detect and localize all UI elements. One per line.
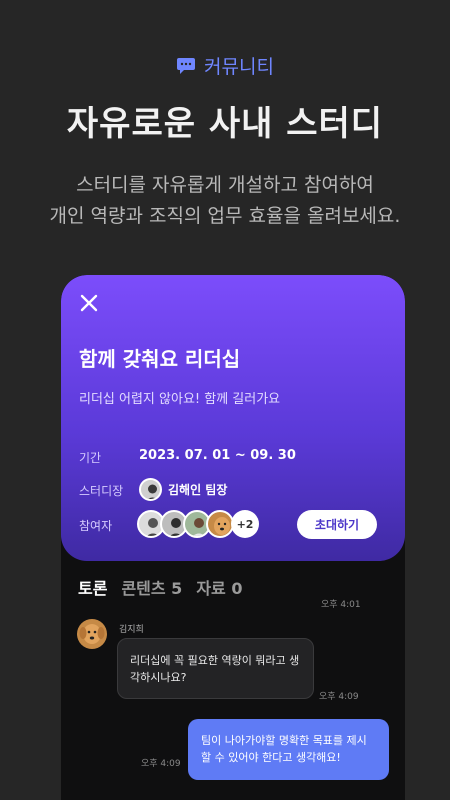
sender-avatar[interactable] — [77, 619, 107, 649]
incoming-message-line: 각하시나요? — [130, 671, 187, 684]
content-tabs: 토론 콘텐츠 5 자료 0 — [78, 575, 242, 599]
study-description: 리더십 어렵지 않아요! 함께 길러가요 — [79, 392, 281, 407]
study-card: 함께 갖춰요 리더십 리더십 어렵지 않아요! 함께 길러가요 기간 2023.… — [61, 275, 405, 561]
leader-name: 김해인 팀장 — [168, 483, 228, 497]
incoming-message-line: 리더십에 꼭 필요한 역량이 뭐라고 생 — [130, 654, 300, 667]
page-subline-2: 개인 역량과 조직의 업무 효율을 올려보세요. — [49, 205, 401, 227]
member-avatar — [206, 510, 234, 538]
member-avatars[interactable]: +2 — [137, 510, 259, 538]
sender-name: 김지희 — [119, 625, 144, 635]
tab-materials[interactable]: 자료 0 — [196, 575, 242, 599]
period-label: 기간 — [79, 451, 102, 465]
leader-label: 스터디장 — [79, 484, 124, 498]
page-subline-1: 스터디를 자유롭게 개설하고 참여하여 — [76, 174, 374, 196]
section-tag-label: 커뮤니티 — [204, 56, 274, 78]
chat-timestamp: 오후 4:01 — [321, 600, 361, 610]
tab-contents[interactable]: 콘텐츠 5 — [121, 575, 182, 599]
outgoing-message-time: 오후 4:09 — [141, 759, 181, 769]
period-value: 2023. 07. 01 ~ 09. 30 — [139, 448, 296, 463]
incoming-message[interactable]: 리더십에 꼭 필요한 역량이 뭐라고 생 각하시나요? — [117, 638, 314, 699]
invite-button[interactable]: 초대하기 — [297, 510, 377, 539]
outgoing-message-line: 할 수 있어야 한다고 생각해요! — [201, 751, 341, 764]
phone-mockup: 함께 갖춰요 리더십 리더십 어렵지 않아요! 함께 길러가요 기간 2023.… — [61, 275, 405, 800]
tab-discussion[interactable]: 토론 — [78, 575, 107, 599]
leader-avatar — [139, 478, 162, 501]
page-headline: 자유로운 사내 스터디 — [66, 104, 384, 144]
section-tag: 커뮤니티 — [0, 52, 450, 79]
more-members-badge[interactable]: +2 — [231, 510, 259, 538]
outgoing-message[interactable]: 팀이 나아가야할 명확한 목표를 제시 할 수 있어야 한다고 생각해요! — [188, 719, 389, 780]
incoming-message-time: 오후 4:09 — [319, 692, 359, 702]
close-icon[interactable] — [79, 293, 99, 313]
study-title: 함께 갖춰요 리더십 — [79, 347, 241, 371]
members-label: 참여자 — [79, 519, 113, 533]
chat-bubble-icon — [177, 57, 196, 74]
study-leader[interactable]: 김해인 팀장 — [139, 478, 227, 501]
outgoing-message-line: 팀이 나아가야할 명확한 목표를 제시 — [201, 734, 367, 747]
